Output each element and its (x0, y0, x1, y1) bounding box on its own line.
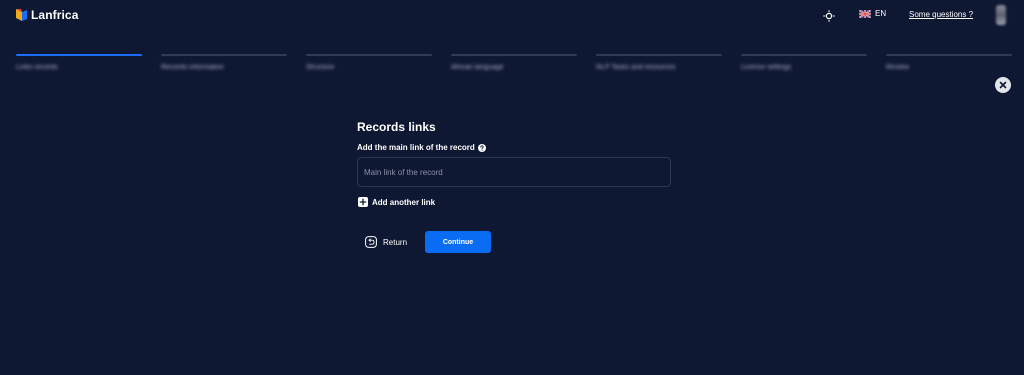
main-link-input[interactable] (357, 157, 671, 187)
step-licence-settings[interactable]: Licence settings (741, 54, 867, 74)
step-label: Licence settings (741, 64, 792, 71)
question-circle-icon[interactable] (477, 143, 486, 152)
top-header: Lanfrica EN Some questions ? (0, 0, 1024, 32)
step-bar (161, 54, 287, 56)
language-selector[interactable]: EN (859, 9, 886, 18)
field-label-row: Add the main link of the record (357, 143, 486, 152)
step-review[interactable]: Review (886, 54, 1012, 74)
step-bar (451, 54, 577, 56)
sun-icon[interactable] (823, 10, 835, 22)
plus-square-icon (358, 197, 368, 207)
step-african-language[interactable]: African language (451, 54, 577, 74)
undo-icon (365, 236, 377, 248)
step-label: Structure (306, 64, 335, 71)
step-nlp-tasks[interactable]: NLP Tasks and resources (596, 54, 722, 74)
return-label: Return (383, 237, 408, 247)
step-records-information[interactable]: Records information (161, 54, 287, 74)
continue-button[interactable]: Continue (425, 231, 491, 253)
step-label: Records information (161, 64, 224, 71)
lanfrica-logo-icon (16, 9, 27, 21)
step-bar (741, 54, 867, 56)
step-bar (16, 54, 142, 56)
step-links-records[interactable]: Links records (16, 54, 142, 74)
progress-stepper: Links records Records information Struct… (16, 54, 1012, 74)
brand-name: Lanfrica (31, 8, 79, 22)
step-label: NLP Tasks and resources (596, 64, 676, 71)
main-link-label: Add the main link of the record (357, 143, 475, 152)
close-button[interactable] (995, 77, 1011, 93)
step-structure[interactable]: Structure (306, 54, 432, 74)
page-title: Records links (357, 120, 436, 134)
add-another-link-button[interactable]: Add another link (358, 197, 435, 207)
return-button[interactable]: Return (365, 236, 407, 248)
step-label: African language (451, 64, 504, 71)
add-another-link-label: Add another link (372, 197, 436, 207)
close-icon (999, 81, 1007, 89)
uk-flag-icon (859, 9, 871, 18)
step-label: Review (886, 64, 909, 71)
brand[interactable]: Lanfrica (16, 8, 78, 22)
step-bar (596, 54, 722, 56)
step-bar (886, 54, 1012, 56)
step-bar (306, 54, 432, 56)
language-label: EN (875, 9, 887, 18)
help-link[interactable]: Some questions ? (909, 10, 973, 19)
user-avatar[interactable] (996, 5, 1006, 25)
step-label: Links records (16, 64, 58, 71)
